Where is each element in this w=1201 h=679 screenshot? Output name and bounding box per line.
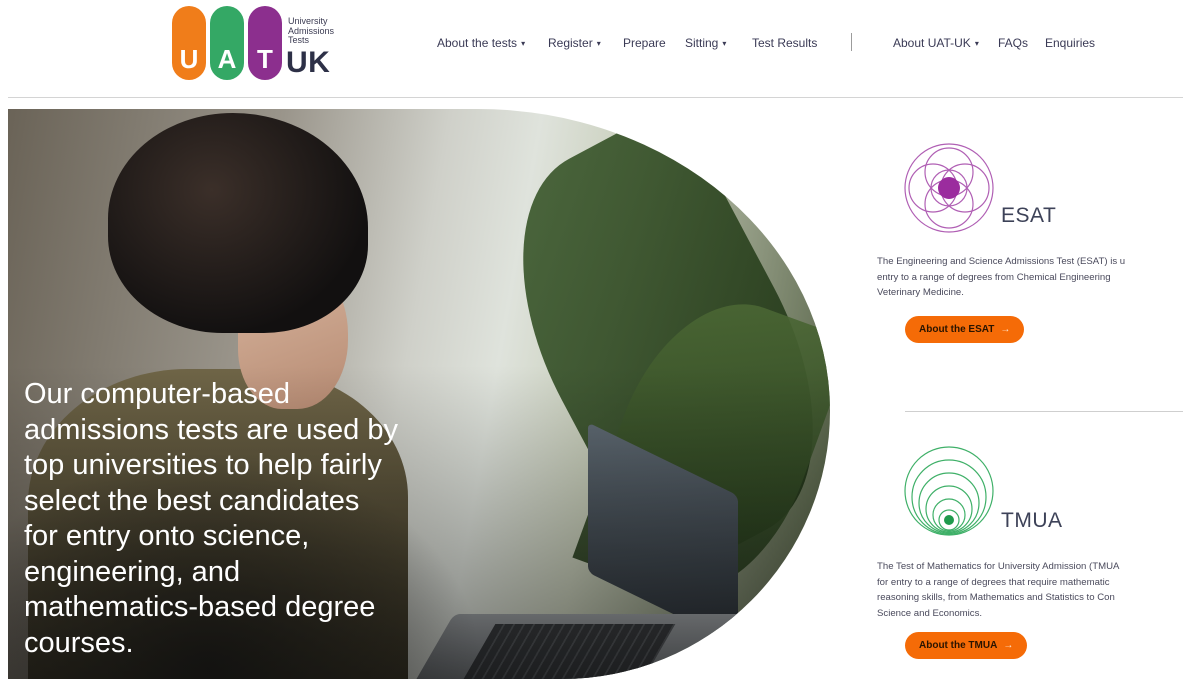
logo-pill-t: T [248,6,282,80]
esat-title: ESAT [1001,204,1057,227]
nav-label: Enquiries [1045,36,1096,50]
header-divider [8,97,1183,98]
nav-sitting[interactable]: Sitting ▾ [685,36,726,50]
nav-faqs[interactable]: FAQs [998,36,1028,50]
card-divider [905,411,1183,412]
chevron-down-icon: ▾ [521,39,526,48]
chevron-down-icon: ▾ [596,39,601,48]
chevron-down-icon: ▾ [974,39,979,48]
tmua-description-line: for entry to a range of degrees that req… [877,576,1110,588]
logo-pill-a: A [210,6,244,80]
tmua-description: The Test of Mathematics for University A… [877,559,1183,621]
esat-description: The Engineering and Science Admissions T… [877,254,1183,301]
chevron-down-icon: ▾ [722,39,727,48]
nav-label: About UAT-UK [893,36,971,50]
nav-label: Sitting [685,36,719,50]
hero-line: admissions tests are used by [24,413,398,446]
logo-letter-a: A [217,44,237,74]
nav-test-results[interactable]: Test Results [752,36,817,50]
logo-letter-u: U [179,44,199,74]
esat-description-line: entry to a range of degrees from Chemica… [877,271,1111,283]
hero-line: mathematics-based degree [24,591,376,623]
tmua-rings-icon [904,446,994,536]
uat-uk-logo[interactable]: U A T University Admissions Tests UK [172,6,352,82]
tmua-description-line: The Test of Mathematics for University A… [877,561,1120,572]
hero-line: courses. [24,626,134,659]
nav-label: FAQs [998,36,1029,50]
esat-description-line: Veterinary Medicine. [877,287,964,298]
hero-line: Our computer-based [24,378,290,410]
logo-uk: UK [286,46,331,79]
about-esat-label: About the ESAT [919,324,995,335]
nav-label: About the tests [437,36,518,50]
hero-line: for entry onto science, [24,520,310,552]
esat-circles-icon [904,143,994,233]
about-tmua-label: About the TMUA [919,640,998,651]
esat-description-line: The Engineering and Science Admissions T… [877,256,1126,267]
about-tmua-button[interactable]: About the TMUA → [905,632,1028,659]
tmua-description-line: Science and Economics. [877,607,983,619]
nav-prepare[interactable]: Prepare [623,36,666,50]
nav-divider [851,33,852,51]
tmua-title: TMUA [1001,509,1063,532]
nav-register[interactable]: Register ▾ [548,36,601,50]
nav-label: Register [548,36,593,50]
hero-headline: Our computer-based admissions tests are … [24,377,484,661]
arrow-right-icon: → [1000,324,1011,335]
nav-label: Test Results [752,36,818,50]
hero-line: select the best candidates [24,484,360,517]
about-esat-button[interactable]: About the ESAT → [905,316,1025,343]
hero-line: top universities to help fairly [24,449,382,481]
site-header: U A T University Admissions Tests UK Abo… [0,0,1201,98]
nav-about-the-tests[interactable]: About the tests ▾ [437,36,525,50]
hero-image: Our computer-based admissions tests are … [8,109,830,679]
tmua-description-line: reasoning skills, from Mathematics and S… [877,592,1115,603]
logo-pill-u: U [172,6,206,80]
logo-word-tests: Tests [288,35,310,45]
nav-label: Prepare [623,36,666,50]
nav-about-uat-uk[interactable]: About UAT-UK ▾ [893,36,979,50]
hero-line: engineering, and [24,555,241,588]
logo-wordmark: University Admissions Tests [288,16,358,46]
nav-enquiries[interactable]: Enquiries [1045,36,1095,50]
logo-letter-t: T [257,44,273,74]
arrow-right-icon: → [1003,640,1014,651]
